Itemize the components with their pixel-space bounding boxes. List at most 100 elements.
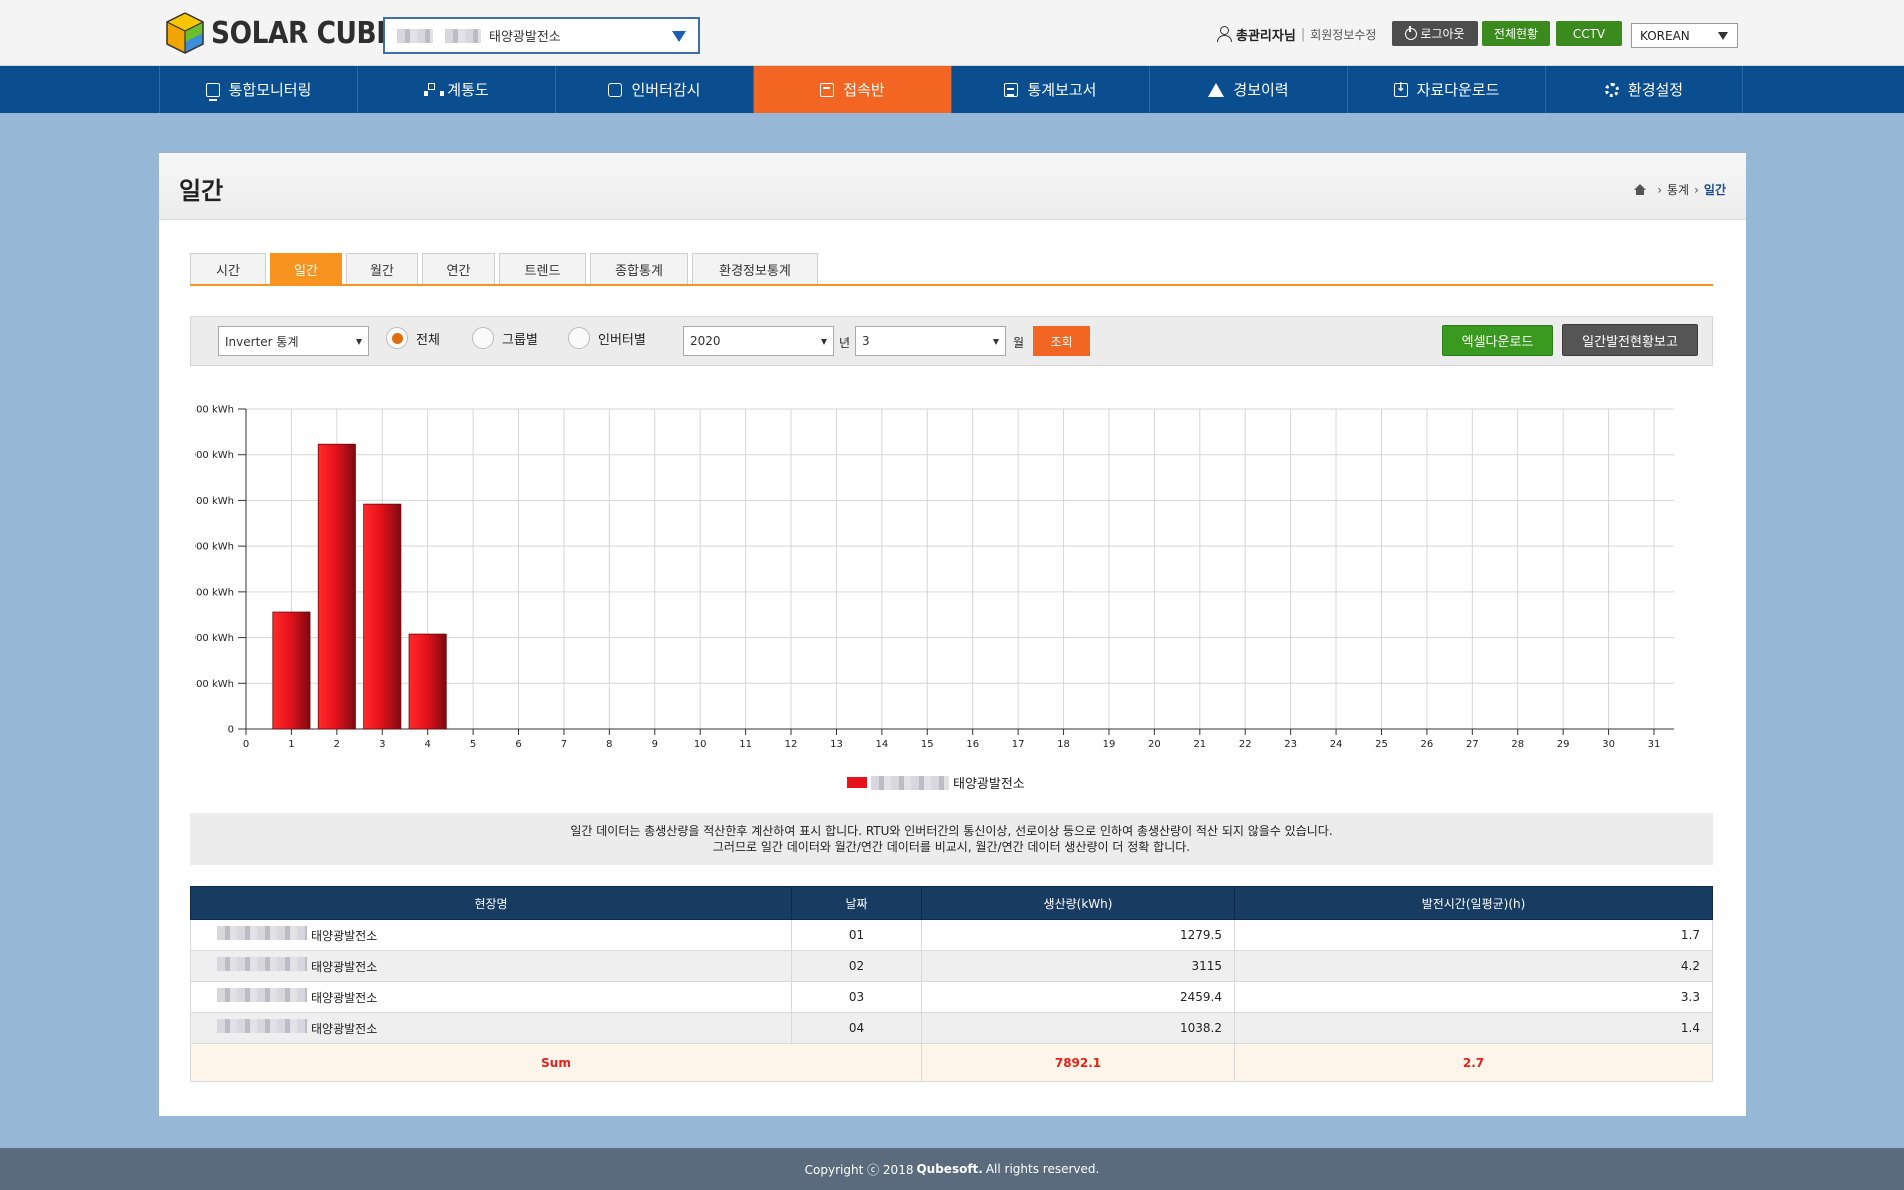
- month-unit: 월: [1013, 336, 1025, 350]
- panel-icon: [820, 82, 835, 97]
- nav-item-alarm-history[interactable]: 경보이력: [1149, 66, 1347, 113]
- site-name: 태양광발전소: [311, 960, 378, 974]
- radio-label: 그룹별: [502, 332, 538, 348]
- site-select[interactable]: 태양광발전소: [383, 17, 700, 54]
- divider: |: [1300, 26, 1306, 42]
- x-tick-label: 14: [876, 739, 889, 750]
- nav-item-label: 인버터감시: [631, 81, 701, 99]
- page-title: 일간: [179, 177, 224, 205]
- notice-line: 일간 데이터는 총생산량을 적산한후 계산하여 표시 합니다. RTU와 인버터…: [570, 824, 1333, 838]
- solar-cube-logo-icon: [166, 12, 204, 54]
- tab-hourly[interactable]: 시간: [190, 253, 266, 284]
- logout-label: 로그아웃: [1420, 27, 1465, 41]
- copyright-suffix: All rights reserved.: [985, 1162, 1100, 1176]
- hours-cell: 3.3: [1234, 981, 1713, 1013]
- filter-bar: Inverter 통계 전체 그룹별 인버터별 2020 년 3 월 조회 엑셀…: [190, 316, 1713, 366]
- member-edit-link[interactable]: 회원정보수정: [1310, 26, 1376, 43]
- logo-text: SOLAR CUBE: [211, 15, 394, 51]
- x-tick-label: 10: [694, 739, 707, 750]
- year-select[interactable]: 2020: [683, 326, 834, 356]
- y-tick-label: 1000 kWh: [195, 633, 234, 644]
- y-tick-label: 3500 kWh: [195, 405, 234, 416]
- table-row: 태양광발전소 01 1279.5 1.7: [190, 919, 1713, 951]
- home-icon[interactable]: [1634, 184, 1647, 195]
- footer: Copyright ⓒ 2018 Qubesoft. All rights re…: [0, 1148, 1904, 1190]
- logo[interactable]: SOLAR CUBE: [165, 11, 419, 55]
- logout-button[interactable]: 로그아웃: [1392, 21, 1478, 46]
- production-cell: 1038.2: [921, 1012, 1235, 1044]
- chart-bar: [317, 443, 356, 730]
- nav-item-inverter[interactable]: 인버터감시: [555, 66, 753, 113]
- date-cell: 03: [791, 981, 922, 1013]
- site-name: 태양광발전소: [311, 1022, 378, 1036]
- search-button[interactable]: 조회: [1033, 326, 1090, 356]
- table-header: 생산량(kWh): [921, 886, 1235, 920]
- x-tick-label: 11: [739, 739, 752, 750]
- x-tick-label: 19: [1103, 739, 1116, 750]
- x-tick-label: 5: [470, 739, 476, 750]
- x-tick-label: 12: [785, 739, 798, 750]
- x-tick-label: 17: [1012, 739, 1025, 750]
- x-tick-label: 30: [1602, 739, 1615, 750]
- nav-item-integrated-monitoring[interactable]: 통합모니터링: [159, 66, 357, 113]
- radio-by-inverter[interactable]: 인버터별: [568, 327, 646, 349]
- hours-cell: 4.2: [1234, 950, 1713, 982]
- radio-dot: [386, 327, 408, 349]
- breadcrumb-item[interactable]: 통계: [1667, 181, 1689, 198]
- radio-dot: [568, 327, 590, 349]
- year-value: 2020: [690, 334, 721, 348]
- month-select[interactable]: 3: [855, 326, 1006, 356]
- nav-item-junction-box[interactable]: 접속반: [753, 66, 951, 113]
- user-icon: [1216, 26, 1232, 42]
- language-value: KOREAN: [1640, 28, 1690, 43]
- nav-item-settings[interactable]: 환경설정: [1545, 66, 1743, 113]
- site-select-value: 태양광발전소: [489, 30, 561, 45]
- stat-type-value: Inverter 통계: [225, 334, 299, 349]
- chevron-down-icon: [1718, 32, 1728, 40]
- tab-environment-stats[interactable]: 환경정보통계: [692, 253, 818, 284]
- tab-yearly[interactable]: 연간: [422, 253, 495, 284]
- nav-item-statistics-report[interactable]: 통계보고서: [951, 66, 1149, 113]
- nav-item-data-download[interactable]: 자료다운로드: [1347, 66, 1545, 113]
- all-status-button[interactable]: 전체현황: [1482, 21, 1550, 46]
- x-tick-label: 9: [652, 739, 658, 750]
- breadcrumb: › 통계 › 일간: [1634, 181, 1726, 198]
- daily-report-button[interactable]: 일간발전현황보고: [1562, 324, 1698, 356]
- monitor-icon: [205, 82, 220, 101]
- x-tick-label: 1: [288, 739, 294, 750]
- radio-by-group[interactable]: 그룹별: [472, 327, 538, 349]
- language-select[interactable]: KOREAN: [1631, 23, 1738, 48]
- nav-item-diagram[interactable]: 계통도: [357, 66, 555, 113]
- radio-dot: [472, 327, 494, 349]
- redacted-text: [217, 957, 307, 971]
- tab-monthly[interactable]: 월간: [346, 253, 418, 284]
- cctv-button[interactable]: CCTV: [1556, 21, 1622, 46]
- chart-bar: [408, 633, 447, 730]
- radio-all[interactable]: 전체: [386, 327, 440, 349]
- table-row: 태양광발전소 03 2459.4 3.3: [190, 981, 1713, 1013]
- tab-trend[interactable]: 트렌드: [499, 253, 586, 284]
- download-icon: [1393, 80, 1408, 97]
- stat-type-select[interactable]: Inverter 통계: [218, 326, 369, 356]
- table-row: 태양광발전소 04 1038.2 1.4: [190, 1012, 1713, 1044]
- redacted-text: [217, 1019, 307, 1033]
- chart-bar: [363, 503, 402, 730]
- sum-label: Sum: [190, 1043, 922, 1082]
- chart-legend: 태양광발전소: [847, 773, 1025, 792]
- redacted-text: [217, 988, 307, 1002]
- y-tick-label: 2500 kWh: [195, 496, 234, 507]
- x-tick-label: 3: [379, 739, 385, 750]
- tab-daily[interactable]: 일간: [270, 253, 342, 284]
- tab-total-stats[interactable]: 종합통계: [590, 253, 688, 284]
- x-tick-label: 23: [1284, 739, 1297, 750]
- y-tick-label: 500 kWh: [195, 679, 234, 690]
- x-tick-label: 21: [1193, 739, 1206, 750]
- content-panel: 일간 › 통계 › 일간 시간 일간 월간 연간 트렌드 종합통계 환경정보통계…: [159, 153, 1746, 1116]
- y-tick-label: 2000 kWh: [195, 542, 234, 553]
- stat-tabs: 시간 일간 월간 연간 트렌드 종합통계 환경정보통계: [190, 253, 1713, 286]
- excel-download-button[interactable]: 엑셀다운로드: [1442, 325, 1553, 356]
- x-tick-label: 6: [515, 739, 521, 750]
- table-header: 현장명: [190, 886, 792, 920]
- nav-item-label: 통합모니터링: [228, 81, 312, 99]
- redacted-text: [397, 28, 433, 43]
